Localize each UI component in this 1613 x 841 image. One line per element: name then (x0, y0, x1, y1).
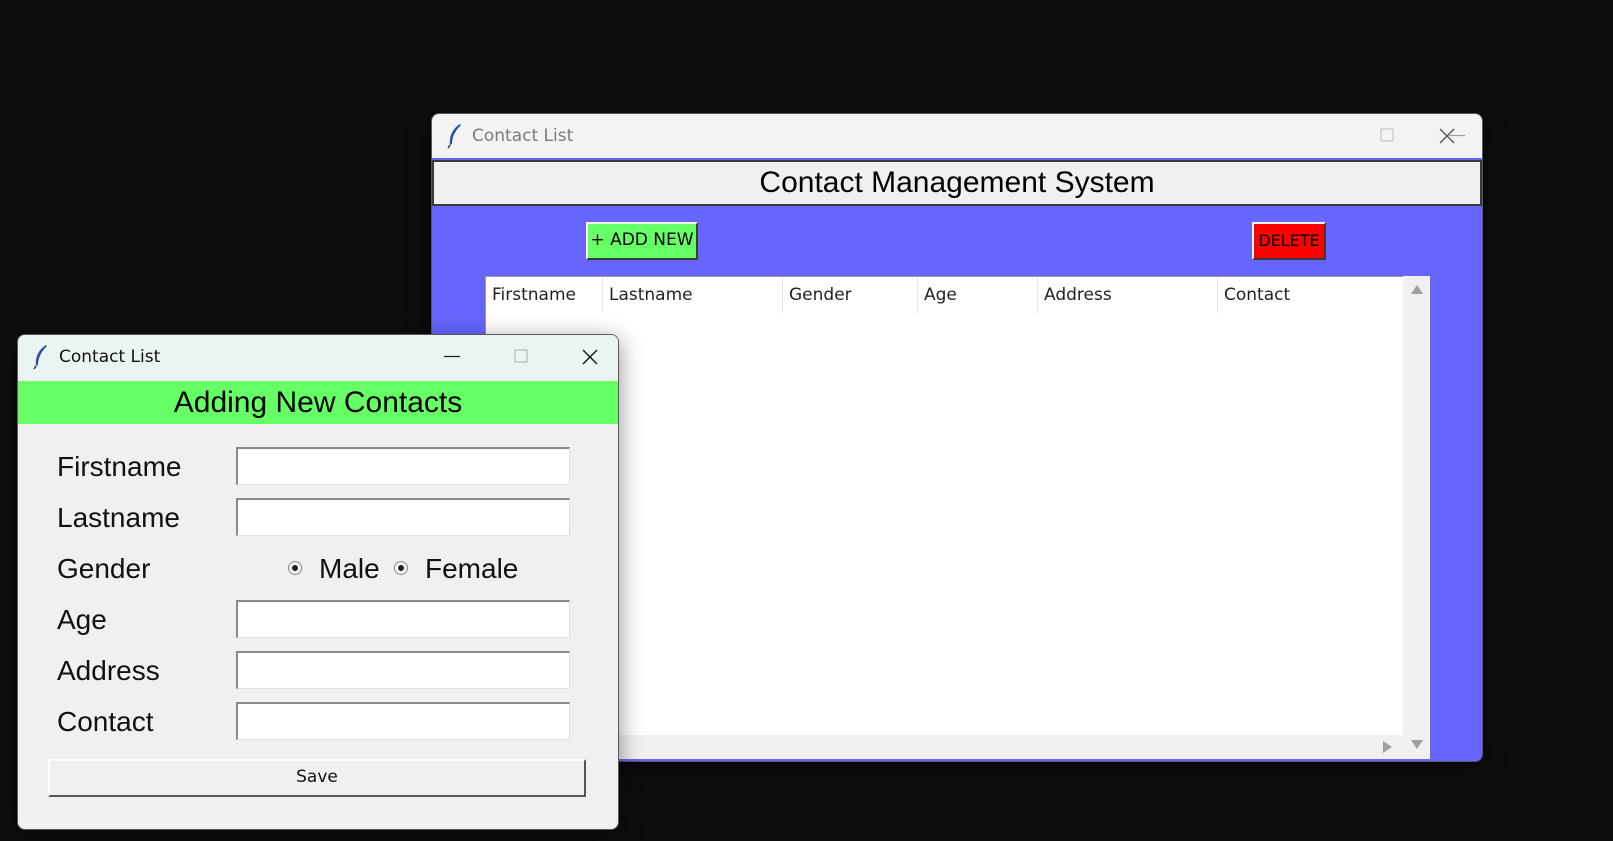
address-input[interactable] (236, 651, 570, 689)
address-label: Address (57, 655, 160, 686)
maximize-icon (1380, 128, 1394, 142)
contact-input[interactable] (236, 702, 570, 740)
add-titlebar[interactable]: Contact List (18, 335, 618, 379)
lastname-input[interactable] (236, 498, 570, 536)
scroll-up-arrow-icon[interactable] (1411, 285, 1423, 294)
column-header-address[interactable]: Address (1038, 277, 1218, 313)
column-header-lastname[interactable]: Lastname (603, 277, 783, 313)
add-new-button[interactable]: + ADD NEW (586, 222, 698, 260)
close-icon (582, 349, 598, 365)
column-header-age[interactable]: Age (918, 277, 1038, 313)
column-header-contact[interactable]: Contact (1218, 277, 1403, 313)
add-contact-window: Contact List Adding New Contacts Firstna… (17, 334, 619, 830)
close-button[interactable] (567, 335, 613, 379)
maximize-button[interactable] (498, 335, 544, 379)
table-header: Firstname Lastname Gender Age Address Co… (486, 277, 1403, 313)
column-header-firstname[interactable]: Firstname (486, 277, 603, 313)
scroll-down-arrow-icon[interactable] (1411, 740, 1423, 749)
horizontal-scrollbar[interactable] (485, 735, 1403, 759)
firstname-input[interactable] (236, 447, 570, 485)
male-radio-label[interactable]: Male (319, 553, 380, 585)
feather-icon (447, 124, 461, 149)
age-input[interactable] (236, 600, 570, 638)
male-radio[interactable] (288, 561, 302, 575)
firstname-label: Firstname (57, 451, 182, 482)
maximize-icon (514, 349, 528, 363)
close-icon (1439, 128, 1455, 144)
minimize-button[interactable] (429, 335, 475, 379)
female-radio[interactable] (394, 561, 408, 575)
main-titlebar[interactable]: Contact List (432, 114, 1482, 158)
add-header: Adding New Contacts (18, 381, 618, 424)
age-label: Age (57, 604, 107, 635)
gender-label: Gender (57, 553, 151, 584)
main-window-title: Contact List (472, 126, 574, 146)
contacts-table[interactable]: Firstname Lastname Gender Age Address Co… (485, 276, 1404, 736)
vertical-scrollbar[interactable] (1403, 276, 1430, 759)
minimize-icon (444, 355, 460, 358)
close-button[interactable] (1399, 114, 1479, 158)
main-header: Contact Management System (432, 160, 1482, 206)
column-header-gender[interactable]: Gender (783, 277, 918, 313)
delete-button[interactable]: DELETE (1252, 222, 1326, 260)
add-window-title: Contact List (59, 347, 161, 367)
lastname-label: Lastname (57, 502, 180, 533)
save-button[interactable]: Save (48, 759, 586, 797)
female-radio-label[interactable]: Female (425, 553, 518, 585)
scroll-right-arrow-icon[interactable] (1383, 741, 1392, 753)
contact-label: Contact (57, 706, 154, 737)
feather-icon (33, 345, 47, 370)
